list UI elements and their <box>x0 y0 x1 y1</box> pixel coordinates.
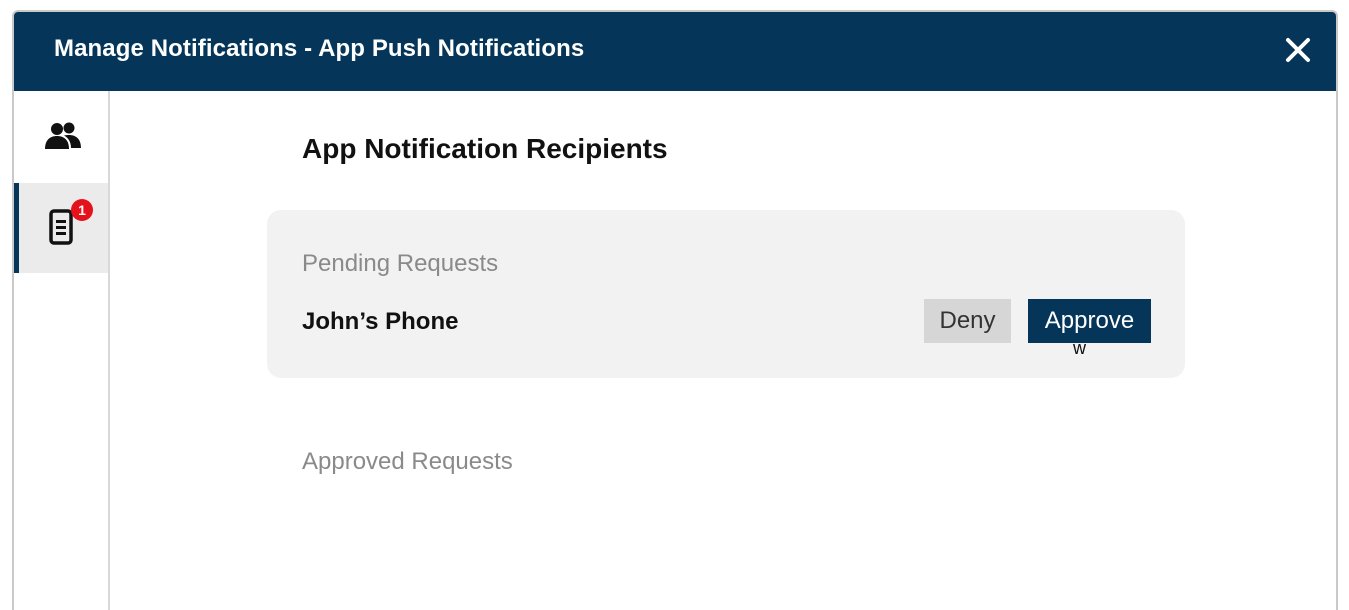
manage-notifications-modal: Manage Notifications - App Push Notifica… <box>12 10 1338 610</box>
sidebar: 1 <box>14 91 110 610</box>
sidebar-item-recipients[interactable] <box>14 91 108 181</box>
pending-requests-label: Pending Requests <box>302 250 499 277</box>
screen: Manage Notifications - App Push Notifica… <box>0 0 1349 610</box>
main-content: App Notification Recipients Pending Requ… <box>110 91 1336 610</box>
approve-button[interactable]: Approve <box>1028 299 1151 343</box>
notification-badge: 1 <box>71 199 93 221</box>
stray-text: w <box>1073 338 1086 358</box>
approved-requests-label: Approved Requests <box>302 448 513 475</box>
sidebar-item-app-notifications[interactable]: 1 <box>14 183 108 273</box>
pending-requests-card: Pending Requests John’s Phone Deny Appro… <box>267 210 1185 378</box>
device-name: John’s Phone <box>302 308 459 335</box>
deny-button[interactable]: Deny <box>924 299 1011 343</box>
modal-header: Manage Notifications - App Push Notifica… <box>14 12 1336 91</box>
close-icon[interactable] <box>1282 34 1314 66</box>
users-icon <box>45 122 81 149</box>
modal-title: Manage Notifications - App Push Notifica… <box>54 35 585 62</box>
page-title: App Notification Recipients <box>302 133 668 164</box>
